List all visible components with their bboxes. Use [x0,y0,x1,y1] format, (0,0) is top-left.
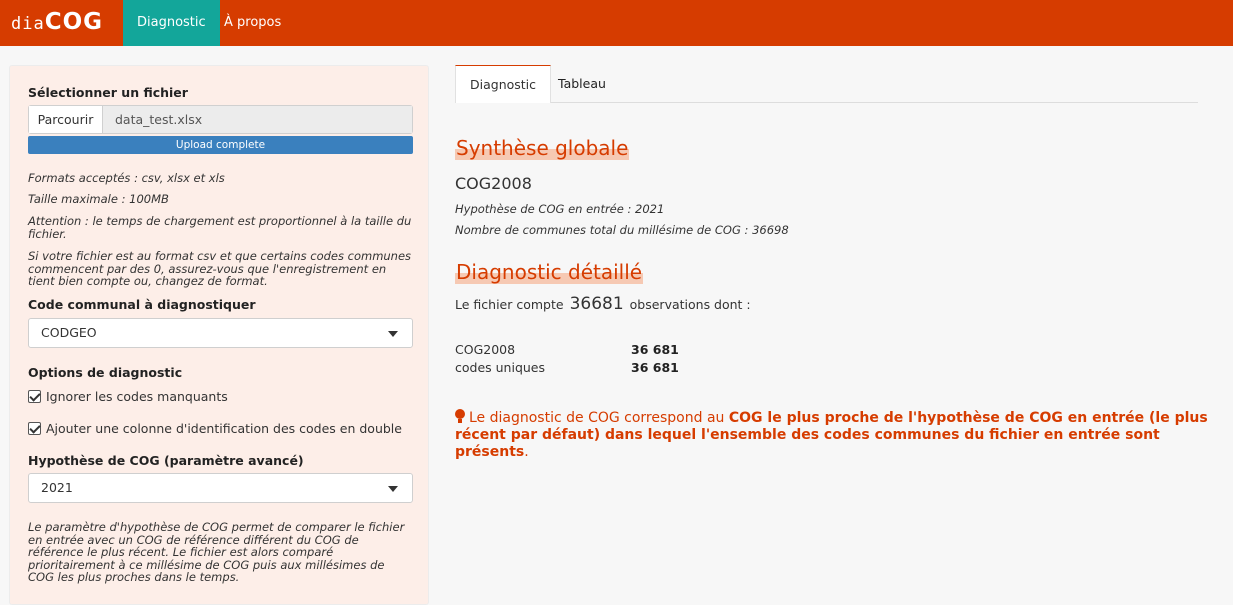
nav-item-diagnostic[interactable]: Diagnostic [123,0,220,46]
checkbox-checked-icon[interactable] [28,422,41,435]
brand-main: COG [44,9,104,35]
tab-tableau[interactable]: Tableau [544,65,620,103]
table-row-label: COG2008 [455,342,516,357]
observations-suffix: observations dont : [629,297,751,312]
size-note: Taille maximale : 100MB [28,192,169,206]
nav-item-a-propos[interactable]: À propos [210,0,295,46]
navbar: diaCOG Diagnostic À propos [0,0,1233,46]
hypothesis-line: Hypothèse de COG en entrée : 2021 [455,202,665,216]
hypothesis-select[interactable]: 2021 [28,473,413,503]
code-select[interactable]: CODGEO [28,318,413,348]
table-row-value: 36 681 [631,342,679,357]
hypothesis-label: Hypothèse de COG (paramètre avancé) [28,453,304,468]
chevron-down-icon [388,486,398,492]
detail-heading: Diagnostic détaillé [455,260,644,284]
diagnostic-info: Le diagnostic de COG correspond au COG l… [455,409,1215,461]
file-input-label: Sélectionner un fichier [28,85,188,100]
file-input[interactable]: Parcourir data_test.xlsx [28,105,413,134]
synthese-heading: Synthèse globale [455,136,630,160]
sidebar-panel: Sélectionner un fichier Parcourir data_t… [9,65,429,605]
brand-logo[interactable]: diaCOG [11,9,103,35]
brand-prefix: dia [11,14,45,34]
option-label: Ajouter une colonne d'identification des… [46,421,402,436]
formats-note: Formats acceptés : csv, xlsx et xls [28,171,225,185]
upload-progress: Upload complete [28,136,413,154]
observations-prefix: Le fichier compte [455,297,564,312]
table-row-label: codes uniques [455,360,546,375]
file-name-field[interactable]: data_test.xlsx [103,106,412,133]
tab-diagnostic[interactable]: Diagnostic [455,65,552,103]
hypothesis-select-value: 2021 [41,480,73,495]
info-text: Le diagnostic de COG correspond au [469,410,725,426]
observations-line: Le fichier compte 36681 observations don… [455,294,751,314]
communes-line: Nombre de communes total du millésime de… [455,223,789,237]
option-label: Ignorer les codes manquants [46,389,228,404]
code-select-label: Code communal à diagnostiquer [28,297,256,312]
chevron-down-icon [388,331,398,337]
info-end: . [524,444,529,460]
options-label: Options de diagnostic [28,365,183,380]
browse-button[interactable]: Parcourir [29,106,103,133]
tab-bar: Diagnostic Tableau [455,65,1198,103]
cog-result: COG2008 [455,174,532,193]
csv-note: Si votre fichier est au format csv et qu… [28,249,412,288]
checkbox-checked-icon[interactable] [28,390,41,403]
observations-count: 36681 [569,294,624,314]
table-row-value: 36 681 [631,360,679,375]
warning-note: Attention : le temps de chargement est p… [28,214,412,241]
upload-progress-bar: Upload complete [28,136,413,154]
code-select-value: CODGEO [41,325,97,340]
lightbulb-icon [455,409,465,423]
hypothesis-note: Le paramètre d'hypothèse de COG permet d… [28,520,405,584]
